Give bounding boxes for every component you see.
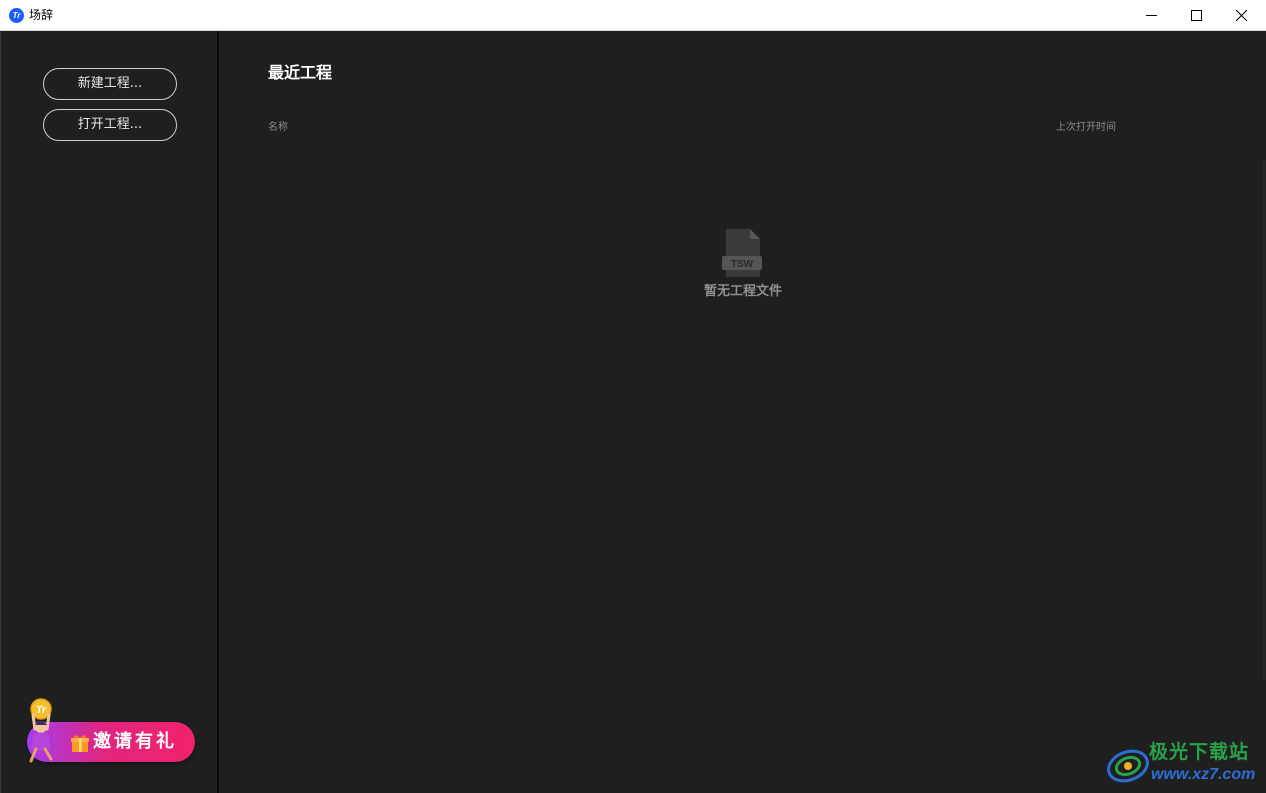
watermark-name: 极光下载站 — [1149, 741, 1250, 763]
empty-file-icon-label: TSW — [731, 259, 754, 270]
watermark: 极光下载站 www.xz7.com — [1105, 738, 1263, 788]
mascot-icon: Tr — [29, 698, 53, 763]
main-panel: 最近工程 名称 上次打开时间 TSW 暂无工程文件 — [219, 31, 1266, 793]
close-icon — [1235, 9, 1247, 21]
sidebar: 新建工程... 打开工程... — [0, 31, 217, 793]
watermark-logo-icon — [1107, 749, 1149, 783]
column-header-last-opened[interactable]: 上次打开时间 — [1056, 121, 1116, 135]
scrollbar-track[interactable] — [1263, 160, 1265, 680]
empty-file-icon: TSW — [722, 229, 762, 277]
watermark-url: www.xz7.com — [1151, 766, 1256, 783]
title-bar: Tr 场辞 — [0, 0, 1266, 31]
minimize-icon — [1145, 14, 1157, 16]
invite-label: 邀请有礼 — [93, 731, 177, 752]
app-window: Tr 场辞 新建工程... 打开工程... Tr 邀请有礼 最近工程 名称 上次… — [0, 0, 1266, 793]
gift-icon — [71, 735, 89, 752]
page-title: 最近工程 — [268, 63, 333, 82]
close-button[interactable] — [1218, 0, 1264, 30]
maximize-button[interactable] — [1173, 0, 1219, 30]
app-logo-icon: Tr — [9, 8, 24, 23]
invite-banner[interactable]: Tr 邀请有礼 — [25, 697, 197, 767]
new-project-button[interactable]: 新建工程... — [43, 68, 177, 100]
minimize-button[interactable] — [1128, 0, 1174, 30]
svg-text:Tr: Tr — [36, 705, 47, 716]
column-header-name[interactable]: 名称 — [268, 121, 288, 135]
maximize-icon — [1190, 9, 1202, 21]
empty-state-text: 暂无工程文件 — [703, 284, 782, 299]
window-title: 场辞 — [29, 8, 54, 22]
open-project-button[interactable]: 打开工程... — [43, 109, 177, 141]
